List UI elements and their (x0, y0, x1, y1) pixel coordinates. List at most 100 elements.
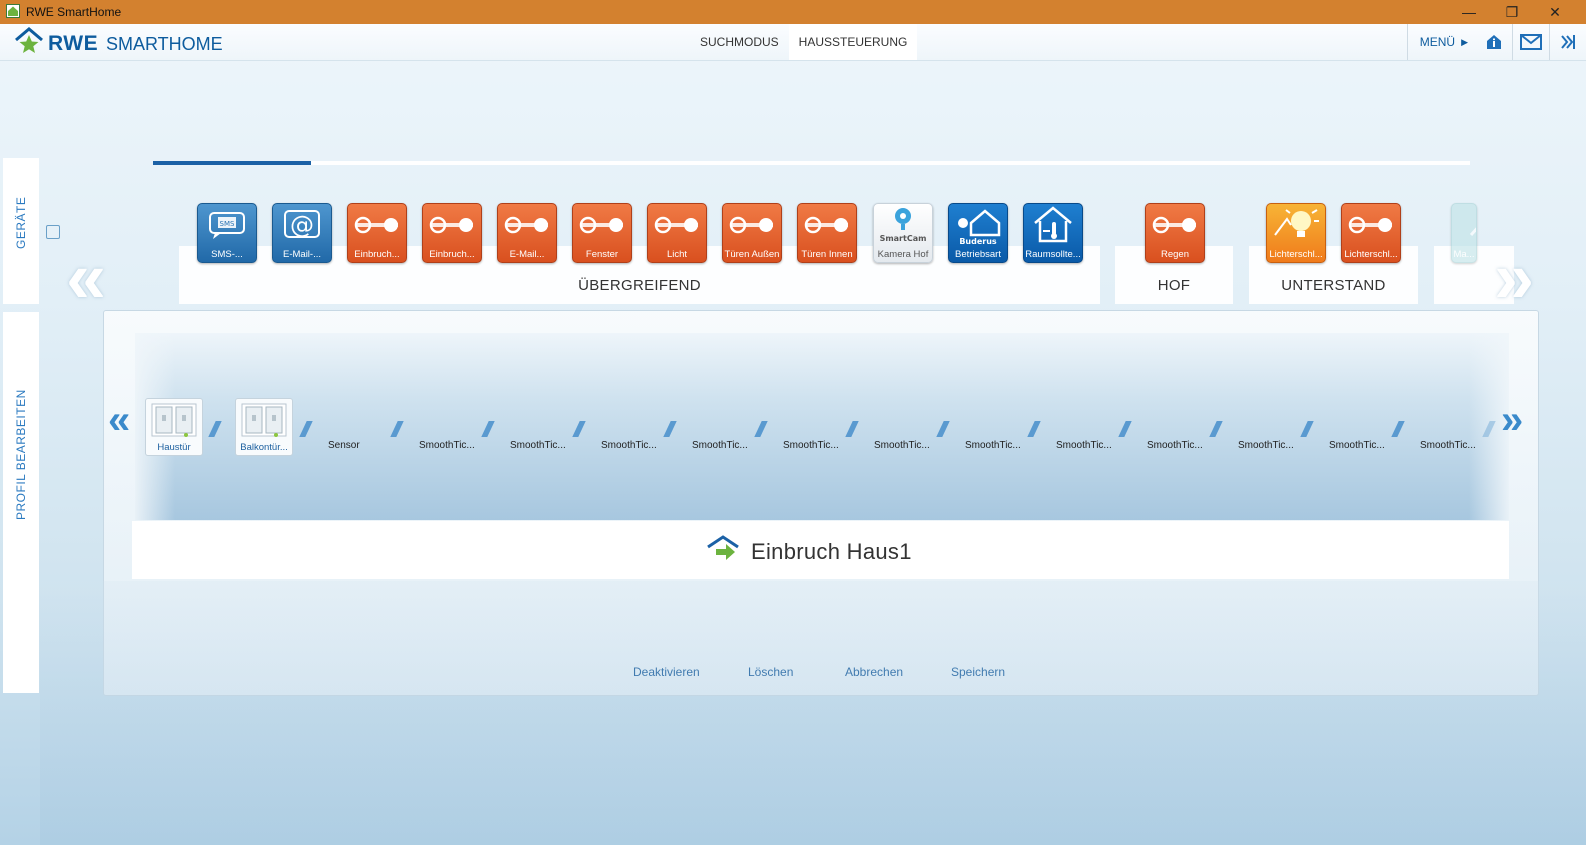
profile-slot[interactable]: SmoothTic... (419, 440, 475, 451)
device-tile[interactable]: SMS SMS-... (197, 203, 257, 263)
device-tile-label: Regen (1161, 249, 1189, 260)
tab-suchmodus[interactable]: SUCHMODUS (690, 24, 789, 60)
device-tile[interactable]: Fenster (572, 203, 632, 263)
device-tile[interactable]: Licht (647, 203, 707, 263)
menu-button[interactable]: MENÜ ▶ (1406, 24, 1476, 60)
device-tile-label: Lichterschl... (1344, 249, 1398, 260)
device-tile[interactable]: E-Mail... (497, 203, 557, 263)
device-tile[interactable]: @ E-Mail-... (272, 203, 332, 263)
toggle-icon (798, 204, 856, 246)
svg-text:@: @ (290, 211, 314, 239)
smartcam-icon: SmartCam (874, 204, 932, 246)
window-titlebar: RWE SmartHome — ❐ ✕ (0, 0, 1586, 24)
logo-product-text: SMARTHOME (106, 34, 223, 54)
profile-slot[interactable]: SmoothTic... (1147, 440, 1203, 451)
thermostat-house-icon (1024, 204, 1082, 246)
deactivate-button[interactable]: Deaktivieren (633, 665, 700, 679)
delete-button[interactable]: Löschen (748, 665, 793, 679)
device-tile-label: Licht (666, 249, 688, 260)
profile-slot[interactable]: SmoothTic... (965, 440, 1021, 451)
door-sensor-icon (151, 403, 197, 437)
maximize-button[interactable]: ❐ (1492, 2, 1532, 22)
device-tile[interactable]: Türen Innen (797, 203, 857, 263)
strip-scroll-right-icon[interactable]: » (1501, 398, 1523, 443)
device-tile[interactable]: Einbruch... (422, 203, 482, 263)
device-tile-label: Türen Innen (801, 249, 853, 260)
device-tile[interactable]: Einbruch... (347, 203, 407, 263)
logo-brand-text: RWE (48, 32, 99, 55)
device-tile-label: Kamera Hof (877, 249, 929, 260)
device-tile-label: Türen Außen (724, 249, 780, 260)
logo-star-icon (15, 27, 43, 53)
sms-icon: SMS (198, 204, 256, 246)
profile-house-arrow-icon (707, 535, 739, 560)
app-home-icon (6, 4, 20, 18)
device-tile[interactable]: Ma... (1451, 203, 1477, 263)
sidebar-devices-label: GERÄTE (14, 196, 28, 249)
toggle-icon (723, 204, 781, 246)
tab-haussteuerung[interactable]: HAUSSTEUERUNG (788, 24, 918, 60)
door-sensor-icon (241, 403, 287, 437)
device-tile-label: Einbruch... (429, 249, 475, 260)
strip-scroll-left-icon[interactable]: « (108, 398, 130, 443)
collapse-button[interactable] (1549, 24, 1586, 60)
profile-slot[interactable]: SmoothTic... (1238, 440, 1294, 451)
profile-device-haustuer[interactable]: Haustür (145, 398, 203, 456)
profile-slot[interactable]: Sensor (328, 440, 360, 451)
minimize-button[interactable]: — (1449, 2, 1489, 22)
profile-slot[interactable]: SmoothTic... (692, 440, 748, 451)
profile-slot[interactable]: SmoothTic... (1420, 440, 1476, 451)
profile-device-label: Haustür (157, 442, 191, 453)
device-tile-label: Fenster (585, 249, 619, 260)
scroll-left-icon[interactable]: « (66, 242, 106, 314)
at-mail-icon: @ (273, 204, 331, 246)
header-actions: MENÜ ▶ (1406, 24, 1586, 60)
toggle-icon (423, 204, 481, 246)
device-tile-label: Lichterschl... (1269, 249, 1323, 260)
menu-arrow-icon: ▶ (1461, 36, 1468, 47)
device-tile[interactable]: Raumsollte... (1023, 203, 1083, 263)
toggle-icon (1342, 204, 1400, 246)
collapse-icon (1561, 35, 1575, 49)
save-button[interactable]: Speichern (951, 665, 1005, 679)
profile-slot[interactable]: SmoothTic... (783, 440, 839, 451)
sidebar-tab-profile[interactable]: PROFIL BEARBEITEN (3, 312, 39, 693)
profile-device-balkontuer[interactable]: Balkontür... (235, 398, 293, 456)
profile-slot[interactable]: SmoothTic... (1329, 440, 1385, 451)
device-tile[interactable]: Lichterschl... (1266, 203, 1326, 263)
device-tile-label: Betriebsart (955, 249, 1001, 260)
detach-window-icon[interactable] (46, 225, 60, 239)
scroll-right-icon[interactable]: » (1494, 242, 1534, 314)
main-nav-tabs: SUCHMODUS HAUSSTEUERUNG (690, 24, 918, 60)
profile-slot[interactable]: SmoothTic... (510, 440, 566, 451)
device-scroll-track[interactable] (153, 161, 1470, 165)
toggle-icon (573, 204, 631, 246)
device-scroll-thumb[interactable] (153, 161, 312, 165)
home-info-button[interactable] (1476, 24, 1512, 60)
messages-button[interactable] (1512, 24, 1549, 60)
buderus-house-icon: Buderus (949, 204, 1007, 246)
device-tile[interactable]: Lichterschl... (1341, 203, 1401, 263)
profile-slot[interactable]: SmoothTic... (1056, 440, 1112, 451)
device-tile[interactable]: Buderus Betriebsart (948, 203, 1008, 263)
device-tile-label: E-Mail... (509, 249, 545, 260)
home-info-icon (1487, 35, 1501, 49)
close-button[interactable]: ✕ (1535, 2, 1575, 22)
toggle-icon (1146, 204, 1204, 246)
window-title: RWE SmartHome (26, 5, 122, 19)
device-tile[interactable]: SmartCam Kamera Hof (873, 203, 933, 263)
toggle-icon (648, 204, 706, 246)
device-tile-label: Ma... (1453, 249, 1475, 260)
device-tile-label: Einbruch... (354, 249, 400, 260)
group-label: ÜBERGREIFEND (578, 277, 701, 294)
menu-label: MENÜ (1419, 35, 1456, 49)
cancel-button[interactable]: Abbrechen (845, 665, 903, 679)
device-tile[interactable]: Regen (1145, 203, 1205, 263)
profile-slot[interactable]: SmoothTic... (601, 440, 657, 451)
sidebar-tab-devices[interactable]: GERÄTE (3, 158, 39, 304)
device-tile-label: Raumsollte... (1025, 249, 1081, 260)
profile-name[interactable]: Einbruch Haus1 (751, 539, 912, 565)
svg-text:Buderus: Buderus (959, 237, 997, 245)
device-tile[interactable]: Türen Außen (722, 203, 782, 263)
profile-slot[interactable]: SmoothTic... (874, 440, 930, 451)
